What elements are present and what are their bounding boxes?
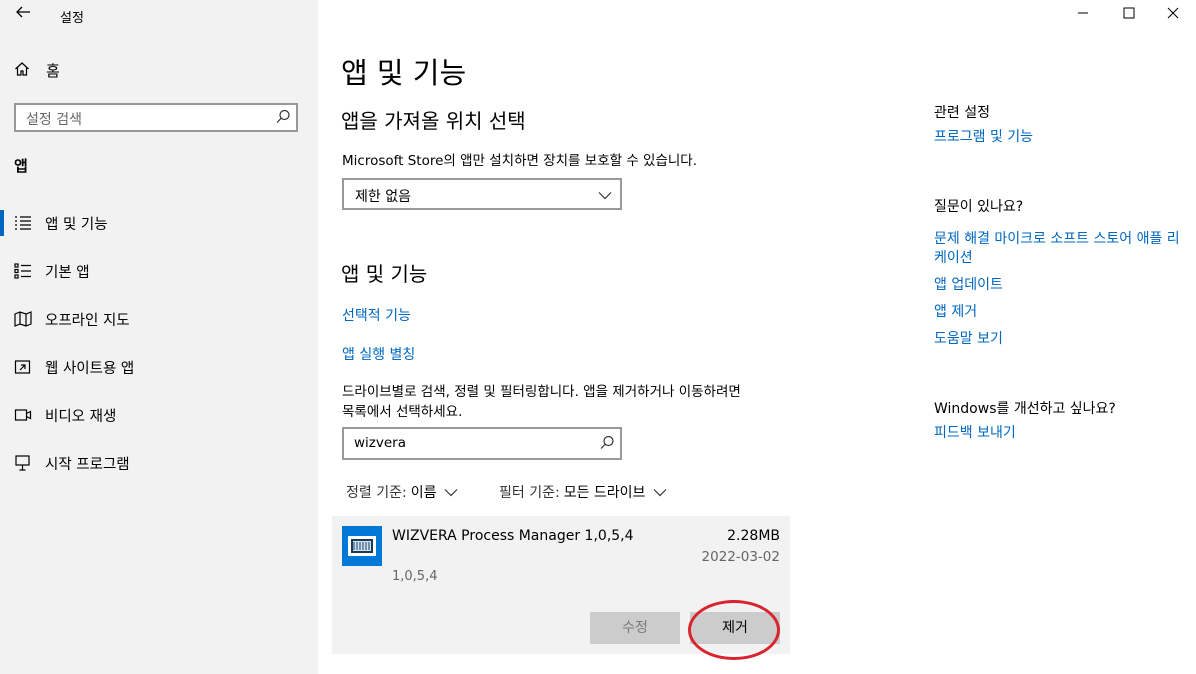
- sidebar-item-label: 기본 앱: [45, 264, 90, 281]
- search-icon[interactable]: [274, 108, 292, 126]
- minimize-button[interactable]: [1060, 0, 1106, 30]
- app-search-input[interactable]: wizvera: [342, 427, 622, 460]
- sidebar-item-default-apps[interactable]: 기본 앱: [0, 248, 318, 294]
- app-aliases-link[interactable]: 앱 실행 별칭: [342, 344, 415, 364]
- modify-button[interactable]: 수정: [590, 612, 680, 644]
- filter-label: 필터 기준:: [499, 485, 560, 501]
- sidebar-item-video-playback[interactable]: 비디오 재생: [0, 392, 318, 438]
- app-window-icon: [342, 526, 382, 566]
- sort-by-dropdown[interactable]: 정렬 기준: 이름: [346, 482, 458, 502]
- help-link-app-update[interactable]: 앱 업데이트: [934, 276, 1184, 295]
- programs-features-link[interactable]: 프로그램 및 기능: [934, 128, 1184, 147]
- install-source-heading: 앱을 가져올 위치 선택: [341, 109, 526, 133]
- app-search-value: wizvera: [354, 435, 406, 451]
- feedback-heading: Windows를 개선하고 싶나요?: [934, 401, 1116, 417]
- sidebar-item-startup[interactable]: 시작 프로그램: [0, 440, 318, 486]
- startup-icon: [14, 454, 32, 472]
- send-feedback-link[interactable]: 피드백 보내기: [934, 424, 1184, 443]
- chevron-down-icon: [653, 485, 667, 499]
- app-size: 2.28MB: [727, 528, 780, 544]
- apps-for-websites-icon: [14, 358, 32, 376]
- filter-by-dropdown[interactable]: 필터 기준: 모든 드라이브: [499, 482, 667, 502]
- window-title: 설정: [60, 11, 84, 26]
- sidebar-home[interactable]: 홈: [14, 60, 60, 81]
- maximize-button[interactable]: [1106, 0, 1152, 30]
- chevron-down-icon: [444, 485, 458, 499]
- filter-description-line2: 목록에서 선택하세요.: [342, 404, 463, 420]
- sidebar-item-label: 시작 프로그램: [45, 456, 130, 473]
- apps-features-icon: [14, 214, 32, 232]
- active-indicator: [0, 210, 4, 236]
- install-source-dropdown[interactable]: 제한 없음: [342, 178, 622, 210]
- help-link-app-remove[interactable]: 앱 제거: [934, 303, 1184, 322]
- app-install-date: 2022-03-02: [701, 549, 780, 565]
- dropdown-value: 제한 없음: [355, 189, 411, 205]
- sidebar-item-label: 오프라인 지도: [45, 312, 130, 329]
- video-playback-icon: [14, 406, 32, 424]
- uninstall-button[interactable]: 제거: [690, 612, 780, 644]
- app-version: 1,0,5,4: [392, 569, 438, 584]
- install-source-description: Microsoft Store의 앱만 설치하면 장치를 보호할 수 있습니다.: [342, 153, 698, 169]
- app-list-item[interactable]: WIZVERA Process Manager 1,0,5,4 2.28MB 2…: [332, 516, 790, 654]
- home-icon: [14, 61, 32, 81]
- help-link-troubleshoot-store[interactable]: 문제 해결 마이크로 소프트 스토어 애플 리케이션: [934, 230, 1184, 268]
- sidebar-item-label: 앱 및 기능: [45, 216, 108, 233]
- close-button[interactable]: [1150, 0, 1196, 30]
- back-arrow-icon[interactable]: [12, 4, 34, 26]
- offline-maps-icon: [14, 310, 32, 328]
- page-title: 앱 및 기능: [341, 56, 467, 90]
- sidebar-item-label: 비디오 재생: [45, 408, 117, 425]
- default-apps-icon: [14, 262, 32, 280]
- sidebar-item-apps-for-websites[interactable]: 웹 사이트용 앱: [0, 344, 318, 390]
- sort-label: 정렬 기준:: [346, 485, 407, 501]
- questions-heading: 질문이 있나요?: [934, 199, 1024, 215]
- related-settings-heading: 관련 설정: [934, 105, 990, 121]
- filter-value: 모든 드라이브: [563, 485, 646, 501]
- sidebar: 설정 홈 설정 검색 앱 앱 및 기능 기본 앱 오프라인 지도 웹 사이트용 …: [0, 0, 318, 674]
- settings-search-placeholder: 설정 검색: [26, 112, 82, 128]
- sidebar-item-label: 웹 사이트용 앱: [45, 360, 135, 377]
- home-label: 홈: [46, 62, 60, 80]
- filter-description-line1: 드라이브별로 검색, 정렬 및 필터링합니다. 앱을 제거하거나 이동하려면: [342, 384, 741, 400]
- app-name: WIZVERA Process Manager 1,0,5,4: [392, 528, 634, 544]
- settings-search-input[interactable]: 설정 검색: [14, 103, 298, 132]
- sidebar-item-offline-maps[interactable]: 오프라인 지도: [0, 296, 318, 342]
- sidebar-item-apps-features[interactable]: 앱 및 기능: [0, 200, 318, 246]
- apps-features-heading: 앱 및 기능: [341, 262, 428, 286]
- search-icon[interactable]: [598, 434, 616, 452]
- sort-value: 이름: [410, 485, 437, 501]
- help-link-get-help[interactable]: 도움말 보기: [934, 330, 1184, 349]
- chevron-down-icon: [598, 187, 612, 201]
- optional-features-link[interactable]: 선택적 기능: [342, 305, 411, 325]
- sidebar-section-apps: 앱: [14, 157, 28, 175]
